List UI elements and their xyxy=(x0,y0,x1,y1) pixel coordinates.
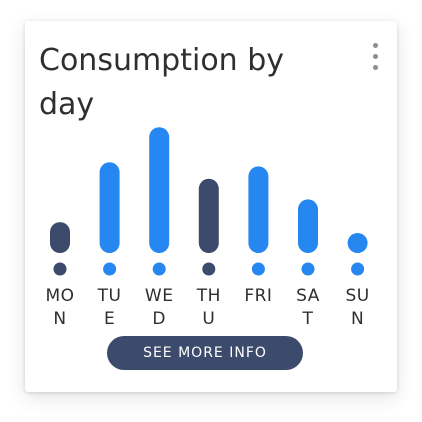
day-label-mon: MON xyxy=(45,286,75,329)
bar-fri[interactable] xyxy=(248,166,269,253)
more-options-icon[interactable] xyxy=(363,41,387,75)
consumption-bar-chart: MON TUE WED THU FRI SAT SUN xyxy=(37,111,377,347)
day-label-tue: TUE xyxy=(97,286,122,329)
bar-tue[interactable] xyxy=(99,162,120,253)
consumption-card: Consumption by day MON TUE WED THU FRI SAT SUN… xyxy=(25,21,397,392)
marker-dot-tue xyxy=(103,262,117,276)
day-label-sun: SUN xyxy=(345,286,370,329)
day-label-fri: FRI xyxy=(244,286,273,306)
bar-wed[interactable] xyxy=(149,127,170,253)
day-label-thu: THU xyxy=(196,286,221,329)
day-label-wed: WED xyxy=(144,286,174,329)
marker-dot-mon xyxy=(53,262,67,276)
marker-dot-sat xyxy=(301,262,315,276)
day-label-sat: SAT xyxy=(296,286,320,329)
marker-dot-thu xyxy=(202,262,216,276)
marker-dot-wed xyxy=(152,262,166,276)
bar-mon[interactable] xyxy=(50,222,70,253)
bar-thu[interactable] xyxy=(198,178,219,253)
marker-dot-fri xyxy=(251,262,265,276)
marker-dot-sun xyxy=(351,262,365,276)
bar-sat[interactable] xyxy=(298,199,318,253)
see-more-info-button[interactable]: SEE MORE INFO xyxy=(107,336,303,370)
bar-sun[interactable] xyxy=(347,233,368,253)
